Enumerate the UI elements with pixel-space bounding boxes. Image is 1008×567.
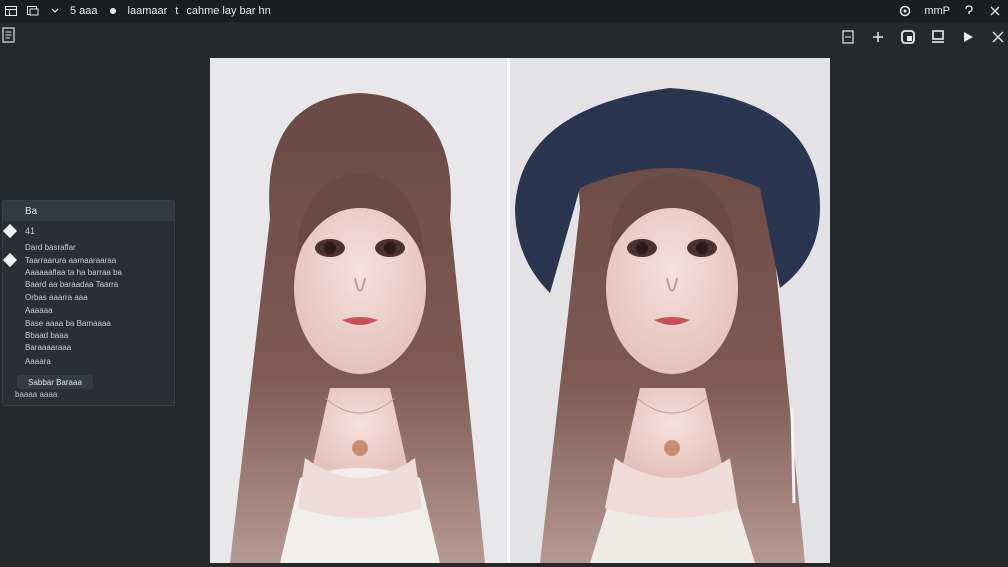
portrait-without-hat[interactable] [210, 58, 507, 563]
plus-icon[interactable] [870, 29, 886, 45]
panel-title: Ba [3, 201, 174, 221]
properties-panel: Ba 41 Dard basraflar Taarraarura aamaara… [2, 200, 175, 406]
menu-item-3[interactable]: t [175, 5, 178, 17]
top-right-label[interactable]: mmP [924, 5, 950, 17]
top-bar: 5 aaa laamaar t cahme lay bar hn mmP [0, 0, 1008, 22]
record-dot-icon[interactable] [106, 4, 120, 18]
panel-toggle-icon[interactable] [840, 29, 856, 45]
dropdown-caret-icon[interactable] [48, 4, 62, 18]
panel-sub-label: baaaa aaaa [15, 390, 58, 399]
panel-field-value[interactable]: 41 [25, 226, 35, 236]
panel-row: Base aaaa ba Bamaaaa [25, 319, 111, 328]
panel-action-button[interactable]: Sabbar Baraaa [17, 375, 93, 389]
panel-row: Taarraarura aamaaraaraa [25, 256, 117, 265]
panel-row: Bbaad baaa [25, 331, 69, 340]
settings-icon[interactable] [898, 4, 912, 18]
menu-item-2[interactable]: laamaar [128, 5, 168, 17]
right-toolbar [840, 26, 1008, 48]
window-icon[interactable] [26, 4, 40, 18]
menu-item-4[interactable]: cahme lay bar hn [186, 5, 270, 17]
close-icon[interactable] [990, 29, 1006, 45]
panel-row: Aaaaaaflaa ta ha barraa ba [25, 268, 122, 277]
menu-item-1[interactable]: 5 aaa [70, 5, 98, 17]
document-icon[interactable] [2, 27, 16, 43]
panel-row: Orbas aaarra aaa [25, 293, 88, 302]
image-canvas[interactable] [210, 58, 830, 563]
layout-icon[interactable] [4, 4, 18, 18]
panel-row: Baard aa baraadaa Taarra [25, 280, 119, 289]
diamond-marker-icon[interactable] [2, 223, 18, 239]
panel-row: Dard basraflar [25, 243, 76, 252]
close-window-icon[interactable] [988, 4, 1002, 18]
panel-row: Aaaaaa [25, 306, 53, 315]
play-icon[interactable] [960, 29, 976, 45]
copy-icon[interactable] [900, 29, 916, 45]
portrait-with-hat[interactable] [510, 58, 830, 563]
diamond-marker-icon[interactable] [2, 252, 18, 268]
panel-row: Aaaara [25, 357, 51, 366]
layers-icon[interactable] [930, 29, 946, 45]
panel-row: Baraaaaraaa [25, 343, 72, 352]
help-icon[interactable] [962, 4, 976, 18]
